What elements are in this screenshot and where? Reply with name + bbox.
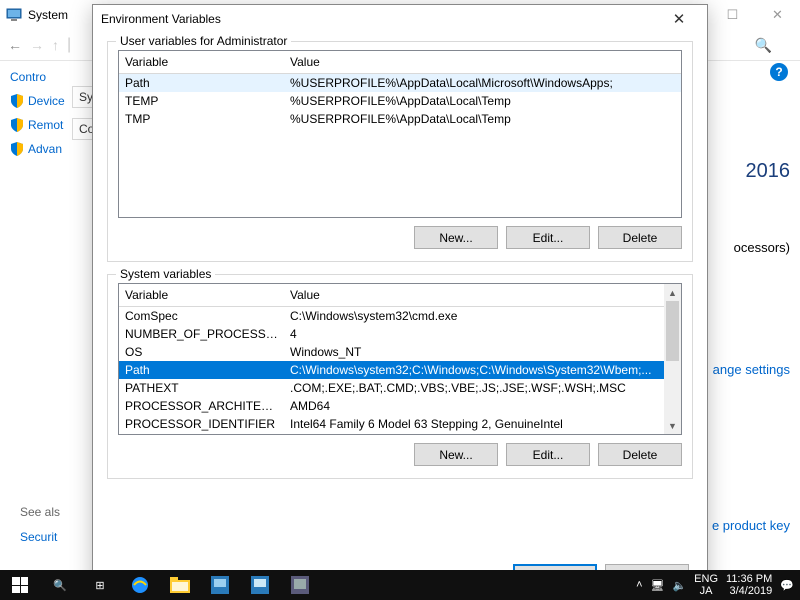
control-panel-home-link[interactable]: Contro bbox=[10, 70, 70, 84]
advanced-settings-link[interactable]: Advan bbox=[10, 142, 70, 156]
table-row[interactable]: PathC:\Windows\system32;C:\Windows;C:\Wi… bbox=[119, 361, 681, 379]
up-button[interactable]: ↑ bbox=[52, 37, 59, 53]
forward-button[interactable]: → bbox=[30, 37, 44, 53]
security-link[interactable]: Securit bbox=[20, 530, 57, 544]
ie-icon[interactable] bbox=[120, 570, 160, 600]
user-vars-list[interactable]: Variable Value Path%USERPROFILE%\AppData… bbox=[118, 50, 682, 218]
sys-delete-button[interactable]: Delete bbox=[598, 443, 682, 466]
see-also-heading: See als bbox=[20, 505, 60, 519]
system-vars-list[interactable]: Variable Value ComSpecC:\Windows\system3… bbox=[118, 283, 682, 435]
app-icon[interactable] bbox=[240, 570, 280, 600]
scroll-thumb[interactable] bbox=[666, 301, 679, 361]
processors-fragment: ocessors) bbox=[734, 240, 790, 255]
system-vars-group: System variables Variable Value ComSpecC… bbox=[107, 274, 693, 479]
tray-chevron-icon[interactable]: ˄ bbox=[636, 579, 642, 591]
device-manager-link[interactable]: Device bbox=[10, 94, 70, 108]
product-key-link[interactable]: e product key bbox=[712, 518, 790, 533]
language-indicator[interactable]: ENGJA bbox=[694, 573, 718, 597]
app-icon[interactable] bbox=[200, 570, 240, 600]
remote-settings-link[interactable]: Remot bbox=[10, 118, 70, 132]
computer-icon bbox=[6, 7, 22, 23]
table-row[interactable]: Path%USERPROFILE%\AppData\Local\Microsof… bbox=[119, 74, 681, 92]
user-new-button[interactable]: New... bbox=[414, 226, 498, 249]
scroll-up-button[interactable]: ▲ bbox=[664, 284, 681, 301]
scroll-down-button[interactable]: ▼ bbox=[664, 417, 681, 434]
user-vars-legend: User variables for Administrator bbox=[116, 34, 291, 48]
search-icon[interactable]: 🔍 bbox=[755, 37, 772, 54]
sys-new-button[interactable]: New... bbox=[414, 443, 498, 466]
explorer-icon[interactable] bbox=[160, 570, 200, 600]
table-row[interactable]: TEMP%USERPROFILE%\AppData\Local\Temp bbox=[119, 92, 681, 110]
table-row[interactable]: OSWindows_NT bbox=[119, 343, 681, 361]
maximize-button[interactable]: ☐ bbox=[710, 0, 755, 30]
table-row[interactable]: ComSpecC:\Windows\system32\cmd.exe bbox=[119, 307, 681, 325]
start-button[interactable] bbox=[0, 570, 40, 600]
close-button[interactable]: ✕ bbox=[755, 0, 800, 30]
user-delete-button[interactable]: Delete bbox=[598, 226, 682, 249]
back-button[interactable]: ← bbox=[8, 37, 22, 53]
taskbar: 🔍 ⊞ ˄ 🖥 🔈 ENGJA 11:36 PM3/4/2019 💬 bbox=[0, 570, 800, 600]
change-settings-link[interactable]: ange settings bbox=[713, 362, 790, 377]
search-button[interactable]: 🔍 bbox=[40, 570, 80, 600]
system-window-title: System bbox=[28, 8, 68, 22]
table-row[interactable]: PROCESSOR_IDENTIFIERIntel64 Family 6 Mod… bbox=[119, 415, 681, 433]
shield-icon bbox=[10, 94, 24, 108]
tray-volume-icon[interactable]: 🔈 bbox=[672, 579, 686, 592]
system-vars-legend: System variables bbox=[116, 267, 215, 281]
help-icon[interactable]: ? bbox=[770, 63, 788, 81]
clock[interactable]: 11:36 PM3/4/2019 bbox=[726, 573, 772, 597]
table-row[interactable]: PATHEXT.COM;.EXE;.BAT;.CMD;.VBS;.VBE;.JS… bbox=[119, 379, 681, 397]
dialog-title: Environment Variables bbox=[101, 12, 221, 26]
table-row[interactable]: TMP%USERPROFILE%\AppData\Local\Temp bbox=[119, 110, 681, 128]
col-header-value[interactable]: Value bbox=[284, 51, 681, 73]
table-row[interactable]: NUMBER_OF_PROCESSORS4 bbox=[119, 325, 681, 343]
col-header-value[interactable]: Value bbox=[284, 284, 681, 306]
sys-edit-button[interactable]: Edit... bbox=[506, 443, 590, 466]
user-edit-button[interactable]: Edit... bbox=[506, 226, 590, 249]
os-year-fragment: 2016 bbox=[746, 160, 791, 183]
col-header-variable[interactable]: Variable bbox=[119, 284, 284, 306]
left-panel: Contro Device Remot Advan bbox=[10, 70, 70, 166]
col-header-variable[interactable]: Variable bbox=[119, 51, 284, 73]
task-view-button[interactable]: ⊞ bbox=[80, 570, 120, 600]
shield-icon bbox=[10, 118, 24, 132]
scrollbar[interactable]: ▲ ▼ bbox=[664, 284, 681, 434]
dialog-close-button[interactable]: ✕ bbox=[659, 10, 699, 28]
tray-network-icon[interactable]: 🖥 bbox=[651, 579, 665, 592]
action-center-icon[interactable]: 💬 bbox=[780, 579, 794, 592]
app-icon[interactable] bbox=[280, 570, 320, 600]
shield-icon bbox=[10, 142, 24, 156]
table-row[interactable]: PROCESSOR_ARCHITECTUREAMD64 bbox=[119, 397, 681, 415]
env-vars-dialog: Environment Variables ✕ User variables f… bbox=[92, 4, 708, 596]
user-vars-group: User variables for Administrator Variabl… bbox=[107, 41, 693, 262]
breadcrumb-sep: | bbox=[67, 36, 71, 54]
